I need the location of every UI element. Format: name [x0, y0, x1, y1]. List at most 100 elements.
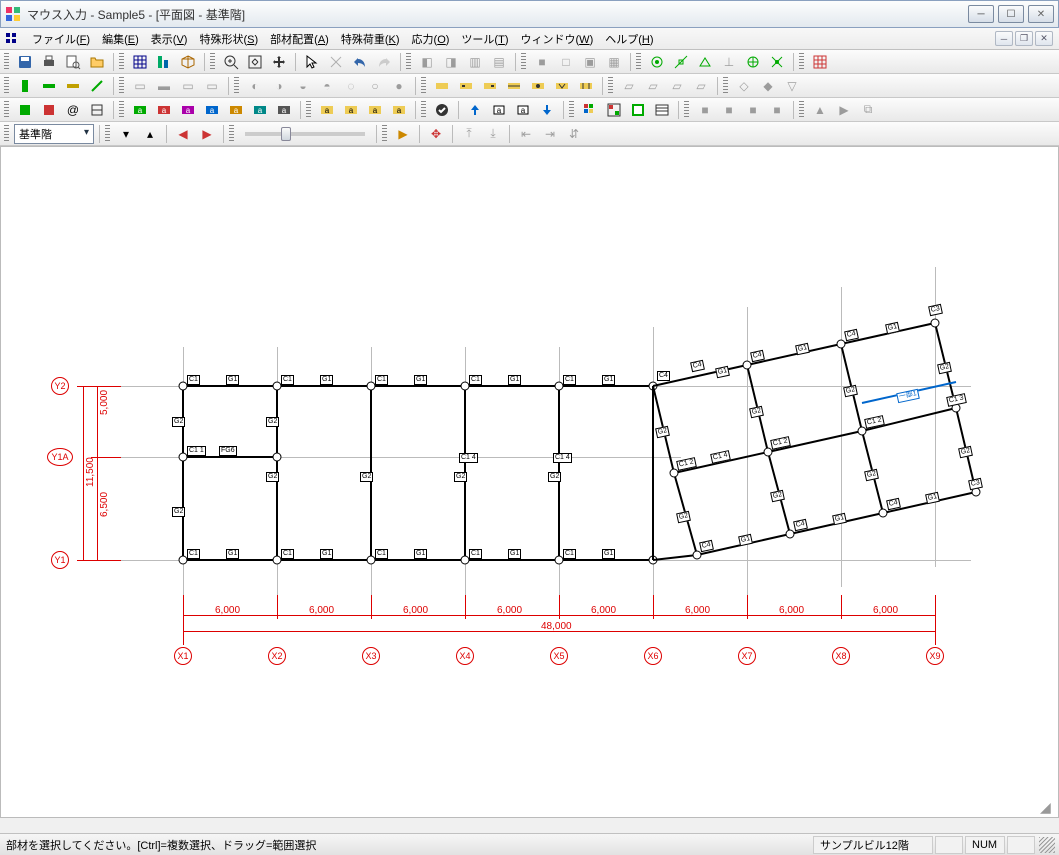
nav-left-icon[interactable]: ◀ — [172, 124, 194, 144]
label-box-a-icon[interactable]: a — [488, 100, 510, 120]
toolbar-grip[interactable] — [608, 77, 613, 95]
toolbar-grip[interactable] — [723, 77, 728, 95]
drawing-canvas[interactable]: C1 G1 C1 G1 C1 G1 C1 G1 C1 G1 C4 C1 G1 C… — [0, 146, 1059, 818]
up-arrow-icon[interactable] — [464, 100, 486, 120]
down-arrow-icon[interactable] — [536, 100, 558, 120]
toolbar-grip[interactable] — [4, 53, 9, 71]
toolbar-grip[interactable] — [229, 125, 234, 143]
zoom-in-icon[interactable] — [220, 52, 242, 72]
at-icon[interactable]: @ — [62, 100, 84, 120]
print-icon[interactable] — [38, 52, 60, 72]
menu-view[interactable]: 表示(V) — [145, 29, 194, 49]
menu-help[interactable]: ヘルプ(H) — [599, 29, 659, 49]
toolbar-grip[interactable] — [569, 101, 574, 119]
section-icon[interactable] — [86, 100, 108, 120]
nav-down-icon[interactable]: ▾ — [115, 124, 137, 144]
toolbar-grip[interactable] — [636, 53, 641, 71]
green-cube-icon[interactable] — [14, 100, 36, 120]
color-grid2-icon[interactable] — [603, 100, 625, 120]
menu-special-shape[interactable]: 特殊形状(S) — [193, 29, 264, 49]
label-a1-icon[interactable]: a — [129, 100, 151, 120]
beam-icon[interactable] — [62, 76, 84, 96]
window-resize-grip[interactable] — [1039, 837, 1055, 853]
print-preview-icon[interactable] — [62, 52, 84, 72]
play-icon[interactable]: ▶ — [392, 124, 414, 144]
grid-icon[interactable] — [129, 52, 151, 72]
floor-combo[interactable]: 基準階 — [14, 124, 94, 144]
minimize-button[interactable]: ─ — [968, 5, 994, 23]
ylabel1-icon[interactable]: a — [316, 100, 338, 120]
label-a3-icon[interactable]: a — [177, 100, 199, 120]
table-icon[interactable] — [651, 100, 673, 120]
yellow1-icon[interactable] — [431, 76, 453, 96]
nav-right-icon[interactable]: ▶ — [196, 124, 218, 144]
mdi-minimize-button[interactable]: ─ — [995, 31, 1013, 46]
nav-up-icon[interactable]: ▴ — [139, 124, 161, 144]
label-a4-icon[interactable]: a — [201, 100, 223, 120]
yellow4-icon[interactable] — [503, 76, 525, 96]
menu-member[interactable]: 部材配置(A) — [264, 29, 335, 49]
toolbar-grip[interactable] — [105, 125, 110, 143]
mdi-close-button[interactable]: ✕ — [1035, 31, 1053, 46]
toolbar-grip[interactable] — [382, 125, 387, 143]
toolbar-grip[interactable] — [421, 101, 426, 119]
toolbar-grip[interactable] — [406, 53, 411, 71]
toolbar-grip[interactable] — [684, 101, 689, 119]
toolbar-grip[interactable] — [421, 77, 426, 95]
toolbar-grip[interactable] — [799, 53, 804, 71]
zoom-slider[interactable] — [245, 132, 365, 136]
zoom-fit-icon[interactable] — [244, 52, 266, 72]
toolbar-grip[interactable] — [306, 101, 311, 119]
snap-mid-icon[interactable] — [694, 52, 716, 72]
yellow7-icon[interactable] — [575, 76, 597, 96]
red-cube-icon[interactable] — [38, 100, 60, 120]
snap-int-icon[interactable] — [766, 52, 788, 72]
select-icon[interactable] — [301, 52, 323, 72]
color-grid3-icon[interactable] — [627, 100, 649, 120]
toolbar-grip[interactable] — [119, 53, 124, 71]
toolbar-grip[interactable] — [799, 101, 804, 119]
ylabel4-icon[interactable]: a — [388, 100, 410, 120]
menu-window[interactable]: ウィンドウ(W) — [515, 29, 600, 49]
brace-icon[interactable] — [86, 76, 108, 96]
toolbar-grip[interactable] — [210, 53, 215, 71]
open-icon[interactable] — [86, 52, 108, 72]
toolbar-grip[interactable] — [4, 101, 9, 119]
toolbar-grip[interactable] — [4, 77, 9, 95]
toolbar-grip[interactable] — [4, 125, 9, 143]
label-a6-icon[interactable]: a — [249, 100, 271, 120]
label-a5-icon[interactable]: a — [225, 100, 247, 120]
menu-stress[interactable]: 応力(O) — [406, 29, 456, 49]
label-a2-icon[interactable]: a — [153, 100, 175, 120]
close-button[interactable]: ✕ — [1028, 5, 1054, 23]
girder-icon[interactable] — [38, 76, 60, 96]
menu-tool[interactable]: ツール(T) — [455, 29, 514, 49]
toolbar-grip[interactable] — [234, 77, 239, 95]
label-box-b-icon[interactable]: a — [512, 100, 534, 120]
snap-icon[interactable] — [646, 52, 668, 72]
color-grid-icon[interactable] — [579, 100, 601, 120]
ylabel3-icon[interactable]: a — [364, 100, 386, 120]
column-icon[interactable] — [14, 76, 36, 96]
toolbar-grip[interactable] — [119, 77, 124, 95]
check-icon[interactable] — [431, 100, 453, 120]
yellow2-icon[interactable] — [455, 76, 477, 96]
elevation-icon[interactable] — [153, 52, 175, 72]
pan-icon[interactable] — [268, 52, 290, 72]
maximize-button[interactable]: ☐ — [998, 5, 1024, 23]
move-icon[interactable]: ✥ — [425, 124, 447, 144]
snap-end-icon[interactable] — [670, 52, 692, 72]
ylabel2-icon[interactable]: a — [340, 100, 362, 120]
yellow5-icon[interactable] — [527, 76, 549, 96]
label-a7-icon[interactable]: a — [273, 100, 295, 120]
menu-file[interactable]: ファイル(F) — [26, 29, 96, 49]
grid-toggle-icon[interactable] — [809, 52, 831, 72]
menu-special-load[interactable]: 特殊荷重(K) — [335, 29, 406, 49]
isometric-icon[interactable] — [177, 52, 199, 72]
toolbar-grip[interactable] — [119, 101, 124, 119]
yellow3-icon[interactable] — [479, 76, 501, 96]
mdi-restore-button[interactable]: ❐ — [1015, 31, 1033, 46]
snap-center-icon[interactable] — [742, 52, 764, 72]
menu-edit[interactable]: 編集(E) — [96, 29, 145, 49]
save-icon[interactable] — [14, 52, 36, 72]
